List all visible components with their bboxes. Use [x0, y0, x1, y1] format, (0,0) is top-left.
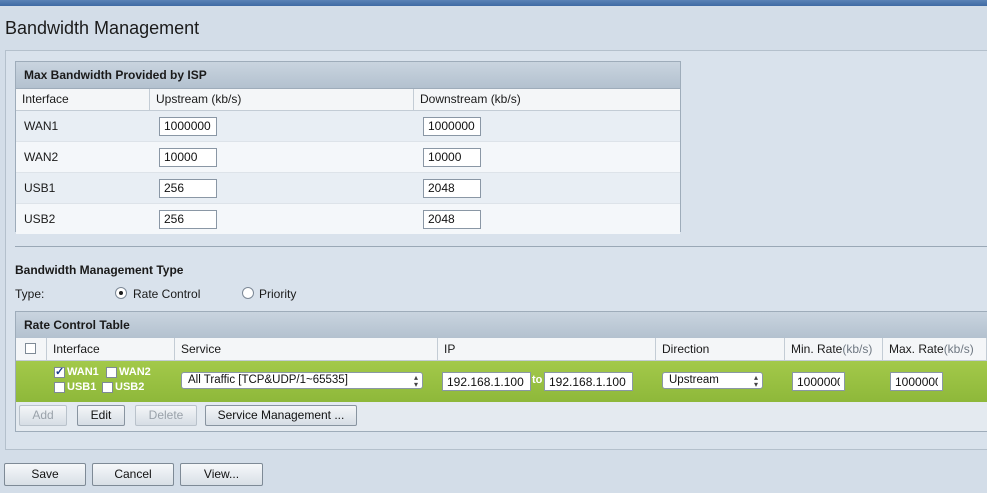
add-button[interactable]: Add	[19, 405, 67, 426]
rate-control-radio[interactable]	[115, 287, 127, 299]
interface-name: WAN1	[24, 119, 59, 133]
view-button[interactable]: View...	[180, 463, 263, 486]
ip-to-label: to	[532, 374, 543, 386]
wan2-checkbox[interactable]	[106, 367, 117, 378]
col-service: Service	[175, 338, 438, 360]
interface-name: USB2	[24, 212, 56, 226]
edit-button[interactable]: Edit	[77, 405, 125, 426]
direction-value: Upstream	[669, 374, 719, 386]
upstream-input-usb1[interactable]	[159, 178, 217, 198]
cancel-button[interactable]: Cancel	[92, 463, 174, 486]
top-banner	[0, 0, 987, 6]
wan1-label: WAN1	[67, 366, 99, 378]
select-all-checkbox[interactable]	[25, 343, 36, 354]
wan2-label: WAN2	[119, 366, 151, 378]
section-divider	[15, 246, 987, 247]
usb1-checkbox[interactable]	[54, 382, 65, 393]
isp-bandwidth-table: Max Bandwidth Provided by ISP Interface …	[15, 61, 681, 234]
min-rate-input[interactable]	[792, 372, 845, 391]
delete-button[interactable]: Delete	[135, 405, 197, 426]
col-min-rate: Min. Rate(kb/s)	[785, 338, 883, 360]
wan1-checkbox[interactable]	[54, 365, 65, 378]
upstream-input-usb2[interactable]	[159, 209, 217, 229]
downstream-input-wan2[interactable]	[423, 147, 481, 167]
downstream-input-usb2[interactable]	[423, 209, 481, 229]
usb2-checkbox[interactable]	[102, 382, 113, 393]
table-row: WAN2	[16, 142, 680, 173]
col-ip: IP	[438, 338, 656, 360]
priority-label[interactable]: Priority	[259, 287, 296, 301]
table-row: USB1	[16, 173, 680, 204]
select-all-cell	[16, 338, 47, 360]
col-direction: Direction	[656, 338, 785, 360]
bm-type-title: Bandwidth Management Type	[15, 263, 184, 277]
rate-control-table: Rate Control Table Interface Service IP …	[15, 311, 987, 432]
ip-to-input[interactable]	[544, 372, 633, 391]
upstream-input-wan1[interactable]	[159, 116, 217, 136]
save-button[interactable]: Save	[4, 463, 86, 486]
select-arrows-icon: ▴ ▾	[413, 373, 418, 389]
rate-table-title: Rate Control Table	[16, 312, 987, 339]
col-interface: Interface	[16, 89, 150, 110]
col-downstream: Downstream (kb/s)	[420, 92, 521, 106]
select-arrows-icon: ▴ ▾	[753, 373, 758, 389]
table-row: WAN1	[16, 111, 680, 142]
interface-name: USB1	[24, 181, 56, 195]
service-select[interactable]: All Traffic [TCP&UDP/1~65535] ▴ ▾	[181, 372, 423, 389]
rate-table-header: Interface Service IP Direction Min. Rate…	[16, 338, 987, 361]
table-row[interactable]: WAN1 WAN2 USB1 USB2 All Traffic [TCP&UDP…	[16, 361, 987, 402]
rate-control-label[interactable]: Rate Control	[133, 287, 200, 301]
priority-radio[interactable]	[242, 287, 254, 299]
min-rate-label: Min. Rate	[791, 342, 843, 356]
direction-select[interactable]: Upstream ▴ ▾	[662, 372, 763, 389]
upstream-input-wan2[interactable]	[159, 147, 217, 167]
col-upstream: Upstream (kb/s)	[150, 89, 414, 110]
page-title: Bandwidth Management	[5, 18, 200, 38]
downstream-input-wan1[interactable]	[423, 116, 481, 136]
usb2-label: USB2	[115, 381, 145, 393]
min-rate-unit: (kb/s)	[842, 342, 873, 356]
downstream-input-usb1[interactable]	[423, 178, 481, 198]
ip-from-input[interactable]	[442, 372, 531, 391]
max-rate-input[interactable]	[890, 372, 943, 391]
rate-table-button-bar: Add Edit Delete Service Management ...	[16, 402, 987, 431]
max-rate-label: Max. Rate	[889, 342, 944, 356]
col-interface: Interface	[47, 338, 175, 360]
interface-name: WAN2	[24, 150, 59, 164]
service-management-button[interactable]: Service Management ...	[205, 405, 357, 426]
table-row: USB2	[16, 204, 680, 234]
isp-table-title: Max Bandwidth Provided by ISP	[16, 62, 680, 89]
usb1-label: USB1	[67, 381, 97, 393]
max-rate-unit: (kb/s)	[943, 342, 974, 356]
service-value: All Traffic [TCP&UDP/1~65535]	[188, 374, 348, 386]
col-max-rate: Max. Rate(kb/s)	[883, 338, 987, 360]
isp-table-header: Interface Upstream (kb/s) Downstream (kb…	[16, 89, 680, 111]
type-label: Type:	[15, 287, 45, 301]
